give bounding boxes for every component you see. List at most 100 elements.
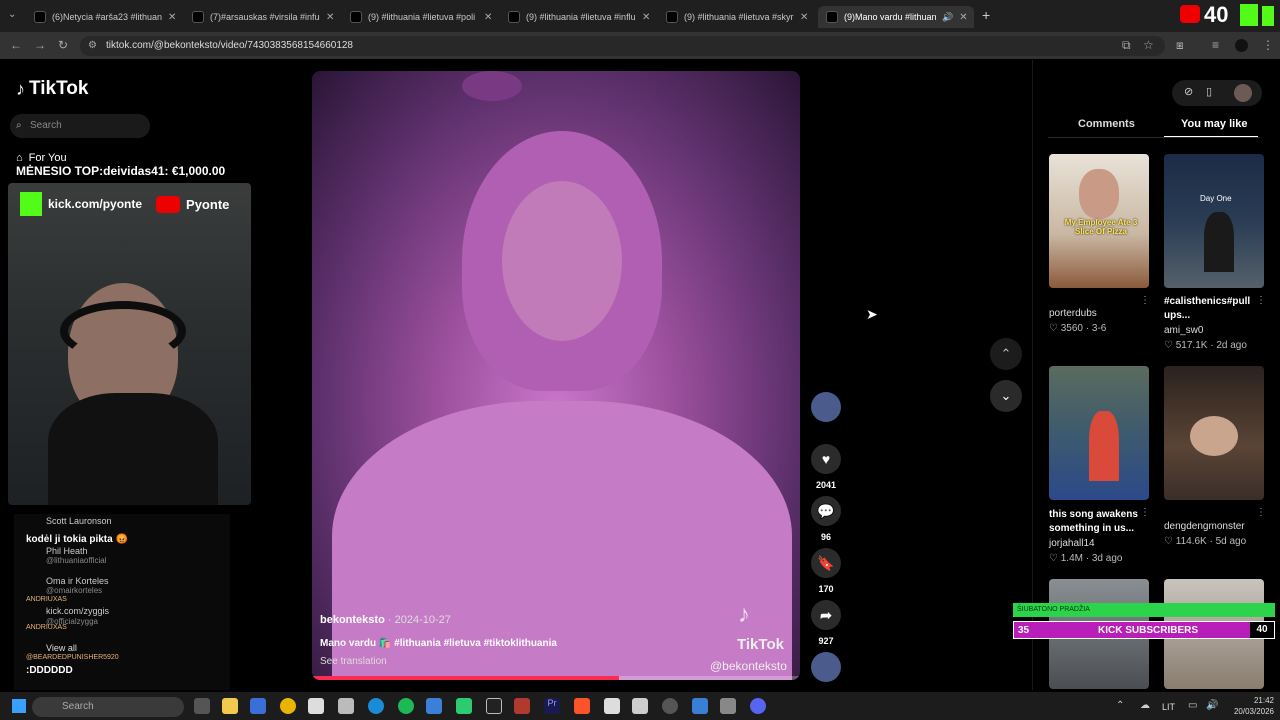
tab-comments[interactable]: Comments (1078, 118, 1135, 130)
clock[interactable]: 21:42 20/03/2026 (1222, 695, 1274, 717)
video-player[interactable]: bekonteksto · 2024-10-27 Mano vardu 🛍️ #… (312, 71, 800, 680)
browser-tab[interactable]: (7)#arsauskas #virsila #infuence✕ (184, 6, 340, 28)
extensions-icon[interactable]: ⧆ (1176, 38, 1184, 53)
save-button[interactable]: 🔖 170 (808, 548, 844, 594)
recommended-title[interactable]: #calisthenics#pull ups... (1164, 295, 1256, 323)
menu-icon[interactable]: ⋮ (1262, 38, 1274, 52)
hood-shape (462, 71, 522, 101)
store-icon[interactable] (250, 698, 266, 714)
recommended-thumbnail[interactable]: My Employee Ate 3 Slice Of Pizza (1049, 154, 1149, 288)
tab-you-may-like[interactable]: You may like (1181, 118, 1247, 130)
tiktok-watermark: TikTok (737, 636, 784, 653)
discord-icon[interactable] (750, 698, 766, 714)
windows-start-icon[interactable] (12, 699, 26, 713)
recommended-stats: ♡ 114.6K · 5d ago (1164, 536, 1247, 547)
language-indicator[interactable]: LIT (1162, 702, 1175, 712)
profile-avatar[interactable] (1235, 39, 1248, 52)
next-video-button[interactable]: ⌄ (990, 380, 1022, 412)
recommended-author[interactable]: dengdengmonster (1164, 521, 1246, 532)
app-icon[interactable] (456, 698, 472, 714)
comment-icon: 💬 (811, 496, 841, 526)
close-icon[interactable]: ✕ (959, 12, 967, 23)
url-text: tiktok.com/@bekonteksto/video/7430383568… (106, 40, 353, 51)
task-view-icon[interactable] (194, 698, 210, 714)
more-options-icon[interactable]: ⋮ (1256, 507, 1266, 518)
speaker-icon[interactable]: 🔊 (942, 12, 953, 23)
watermark-handle: @bekonteksto (710, 659, 787, 673)
app-icon[interactable] (632, 698, 648, 714)
previous-video-button[interactable]: ⌃ (990, 338, 1022, 370)
like-button[interactable]: ♥ 2041 (808, 444, 844, 490)
explore-icon[interactable]: ⊘ (1184, 85, 1193, 98)
close-icon[interactable]: ✕ (642, 12, 650, 23)
tab-search-icon[interactable]: ⌄ (8, 9, 16, 20)
app-icon[interactable] (604, 698, 620, 714)
chevron-down-icon: ⌄ (1000, 388, 1012, 403)
avatar[interactable] (1234, 84, 1252, 102)
install-icon[interactable]: ⧉ (1122, 38, 1131, 53)
app-icon[interactable] (514, 698, 530, 714)
new-tab-button[interactable]: + (982, 7, 990, 23)
more-options-icon[interactable]: ⋮ (1140, 295, 1150, 306)
progress-bar[interactable] (312, 676, 800, 680)
forward-icon[interactable]: → (34, 38, 46, 52)
network-icon[interactable]: ▭ (1188, 700, 1197, 711)
chrome-icon[interactable] (280, 698, 296, 714)
more-options-icon[interactable]: ⋮ (1256, 295, 1266, 306)
close-icon[interactable]: ✕ (168, 12, 176, 23)
back-icon[interactable]: ← (10, 38, 22, 52)
edge-icon[interactable] (368, 698, 384, 714)
comment-button[interactable]: 💬 96 (808, 496, 844, 542)
search-input[interactable]: ⌕ Search (10, 114, 150, 138)
more-options-icon[interactable]: ⋮ (1140, 507, 1150, 518)
tray-expand-icon[interactable]: ⌃ (1116, 700, 1124, 711)
chat-view-all[interactable]: View all (14, 643, 230, 653)
volume-icon[interactable]: 🔊 (1206, 700, 1218, 711)
kick-right-number: 40 (1250, 622, 1274, 638)
app-icon[interactable] (486, 698, 502, 714)
close-icon[interactable]: ✕ (800, 12, 808, 23)
recommended-author[interactable]: ami_sw0 (1164, 325, 1256, 336)
tiktok-logo[interactable]: ♪ TikTok (16, 78, 88, 100)
browser-tab[interactable]: (9) #lithuania #lietuva #skyr ✕ (658, 6, 814, 28)
app-icon[interactable] (720, 698, 736, 714)
notepad-icon[interactable] (692, 698, 708, 714)
recommended-author[interactable]: porterdubs (1049, 308, 1106, 319)
browser-tab-active[interactable]: (9)Mano vardu #lithuan 🔊 ✕ (818, 6, 974, 28)
url-bar[interactable]: ⚙ tiktok.com/@bekonteksto/video/74303835… (80, 36, 1165, 56)
youtube-logo-icon (1180, 5, 1200, 23)
progress-fill (312, 676, 620, 680)
tray-icon[interactable]: ☁ (1140, 700, 1150, 711)
author-avatar[interactable] (808, 392, 844, 422)
browser-tab[interactable]: (9) #lithuania #lietuva #poli ✕ (342, 6, 498, 28)
brave-icon[interactable] (574, 698, 590, 714)
bookmark-star-icon[interactable]: ☆ (1143, 38, 1154, 52)
close-icon[interactable]: ✕ (484, 12, 492, 23)
photos-icon[interactable] (426, 698, 442, 714)
recommended-thumbnail[interactable] (1164, 366, 1264, 500)
premiere-icon[interactable]: Pr (544, 698, 560, 714)
kick-label: KICK SUBSCRIBERS (1098, 625, 1199, 636)
close-icon[interactable]: ✕ (326, 12, 334, 23)
recommended-thumbnail[interactable]: Day One (1164, 154, 1264, 288)
video-author[interactable]: bekonteksto (320, 614, 385, 626)
browser-tab[interactable]: (9) #lithuania #lietuva #influ ✕ (500, 6, 656, 28)
nav-for-you[interactable]: ⌂ For You (16, 152, 67, 164)
file-explorer-icon[interactable] (222, 698, 238, 714)
media-icon[interactable]: ≡ (1212, 38, 1219, 52)
music-avatar[interactable] (808, 652, 844, 682)
recommended-thumbnail[interactable] (1049, 366, 1149, 500)
device-icon[interactable]: ▯ (1206, 85, 1212, 98)
recommended-title[interactable]: this song awakens something in us... (1049, 508, 1141, 536)
recommended-author[interactable]: jorjahall14 (1049, 538, 1141, 549)
browser-tab[interactable]: (6)Netycia #arša23 #lithuania #✕ (26, 6, 182, 28)
app-icon[interactable] (338, 698, 354, 714)
site-info-icon[interactable]: ⚙ (88, 36, 97, 56)
see-translation-link[interactable]: See translation (320, 656, 387, 667)
app-icon[interactable] (308, 698, 324, 714)
taskbar-search-input[interactable]: Search (32, 697, 184, 717)
share-button[interactable]: ➦ 927 (808, 600, 844, 646)
reload-icon[interactable]: ↻ (58, 38, 68, 52)
app-icon[interactable] (662, 698, 678, 714)
spotify-icon[interactable] (398, 698, 414, 714)
